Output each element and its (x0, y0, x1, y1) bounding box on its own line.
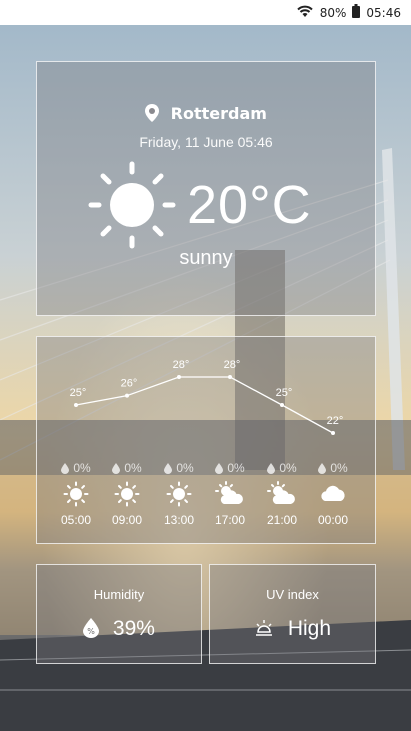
temperature-line (75, 376, 334, 434)
humidity-value: 39% (112, 617, 155, 640)
current-condition: sunny (179, 247, 233, 269)
raindrop-icon (112, 461, 124, 475)
temperature-label: 22° (327, 415, 344, 427)
cloud-icon (307, 481, 359, 509)
humidity-icon: % (83, 617, 113, 640)
precipitation-value: 0% (330, 461, 348, 475)
current-temperature: 20°C (187, 175, 312, 235)
raindrop-icon (318, 461, 330, 475)
humidity-title: Humidity (93, 587, 145, 602)
uv-row: High (210, 617, 375, 641)
date-time: Friday, 11 June 05:46 (139, 134, 273, 150)
precipitation-value: 0% (227, 461, 245, 475)
uv-sun-icon (254, 617, 288, 640)
precipitation-value: 0% (124, 461, 142, 475)
sun-icon (101, 481, 153, 509)
hourly-item: 0% 05:00 (50, 461, 102, 527)
hourly-item: 0% 17:00 (204, 461, 256, 527)
uv-index-card: UV index High (209, 564, 376, 664)
precipitation-value: 0% (176, 461, 194, 475)
hourly-forecast-card: 25° 26° 28° 28° 25° 22° 0% 05:00 0% 09:00 0% 13:00… (36, 336, 376, 544)
raindrop-icon (164, 461, 176, 475)
hourly-time: 13:00 (163, 513, 195, 527)
hourly-item: 0% 21:00 (256, 461, 308, 527)
precipitation-value: 0% (279, 461, 297, 475)
raindrop-icon (267, 461, 279, 475)
uv-title: UV index (266, 587, 319, 602)
temperature-point (125, 393, 129, 398)
precipitation-value: 0% (73, 461, 91, 475)
hourly-time: 05:00 (60, 513, 92, 527)
precipitation: 0% (307, 461, 359, 477)
precipitation: 0% (256, 461, 308, 477)
raindrop-icon (215, 461, 227, 475)
temperature-point (331, 431, 335, 435)
hourly-time: 17:00 (214, 513, 246, 527)
uv-value: High (287, 617, 332, 640)
temperature-point (228, 375, 232, 379)
hourly-item: 0% 00:00 (307, 461, 359, 527)
svg-text:%: % (87, 627, 95, 636)
precipitation: 0% (101, 461, 153, 477)
hourly-time: 21:00 (266, 513, 298, 527)
sun-icon (153, 481, 205, 509)
status-bar: 80% 05:46 (0, 0, 411, 25)
wifi-icon (296, 4, 314, 21)
precipitation: 0% (153, 461, 205, 477)
clock: 05:46 (366, 5, 401, 20)
precipitation: 0% (204, 461, 256, 477)
humidity-row: % 39% (37, 617, 201, 641)
temperature-point (280, 403, 284, 407)
location[interactable]: Rotterdam (37, 104, 375, 123)
hourly-item: 0% 09:00 (101, 461, 153, 527)
temperature-label: 25° (70, 387, 87, 399)
temperature-label: 28° (224, 359, 241, 371)
location-pin-icon (145, 104, 171, 123)
temperature-label: 25° (276, 387, 293, 399)
temperature-point (74, 403, 78, 407)
partly-cloudy-icon (204, 481, 256, 509)
battery-icon (352, 4, 361, 21)
hourly-time: 09:00 (111, 513, 143, 527)
humidity-card: Humidity % 39% (36, 564, 202, 664)
temperature-chart: 25° 26° 28° 28° 25° 22° (70, 359, 344, 435)
temperature-point (177, 375, 181, 379)
sun-icon (87, 160, 177, 254)
battery-percent: 80% (319, 5, 347, 20)
city-name: Rotterdam (170, 104, 267, 123)
hourly-time: 00:00 (317, 513, 349, 527)
temperature-label: 26° (121, 378, 138, 390)
sun-icon (50, 481, 102, 509)
temperature-label: 28° (173, 359, 190, 371)
current-weather-card: Rotterdam Friday, 11 June 05:46 20°C sun… (36, 61, 376, 316)
raindrop-icon (61, 461, 73, 475)
hourly-item: 0% 13:00 (153, 461, 205, 527)
partly-cloudy-icon (256, 481, 308, 509)
precipitation: 0% (50, 461, 102, 477)
